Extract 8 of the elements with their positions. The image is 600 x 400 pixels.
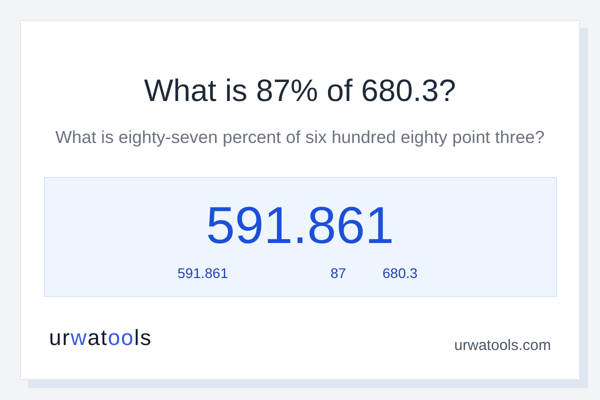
subheading: What is eighty-seven percent of six hundred eighty point three? (55, 129, 545, 146)
result-value: 591.861 (206, 200, 394, 252)
result-number: 591.861 (178, 266, 228, 280)
site-url: urwatools.com (454, 338, 551, 352)
logo: urwatools (49, 326, 152, 348)
base-number: 680.3 (382, 266, 418, 280)
percent-number: 87 (330, 266, 346, 280)
heading: What is 87% of 680.3? (144, 75, 456, 106)
